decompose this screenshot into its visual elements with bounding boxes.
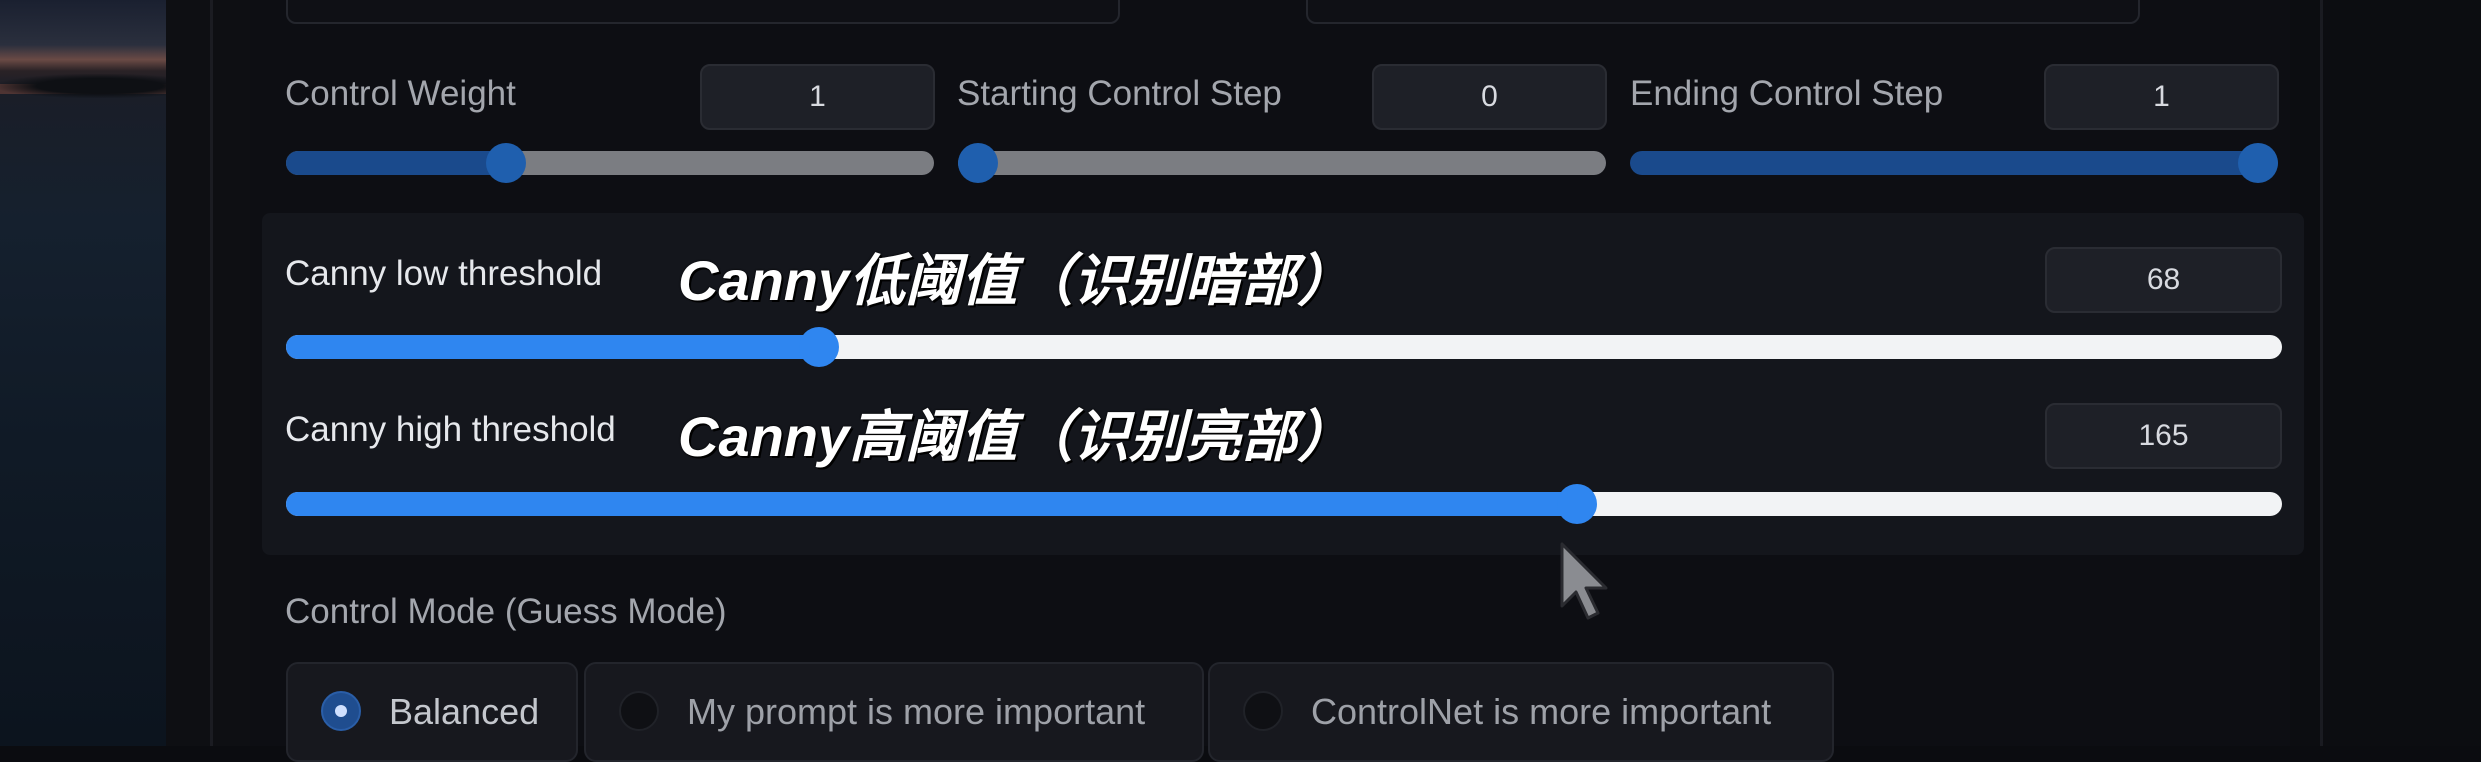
slider-fill — [286, 151, 507, 175]
canny-low-annotation: Canny低阈值（识别暗部） — [678, 249, 1354, 312]
canny-low-slider[interactable] — [286, 327, 2282, 367]
radio-balanced[interactable]: Balanced — [286, 662, 578, 762]
control-mode-title: Control Mode (Guess Mode) — [285, 592, 727, 631]
canny-high-slider[interactable] — [286, 484, 2282, 524]
radio-controlnet-important[interactable]: ControlNet is more important — [1208, 662, 1834, 762]
canny-high-annotation: Canny高阈值（识别亮部） — [678, 405, 1354, 468]
canny-low-input[interactable]: 68 — [2045, 247, 2282, 313]
control-weight-slider[interactable] — [286, 143, 934, 183]
canny-high-label: Canny high threshold — [285, 410, 616, 449]
gutter — [166, 0, 252, 746]
slider-fill — [286, 492, 1578, 516]
slider-fill — [286, 335, 819, 359]
control-weight-label: Control Weight — [285, 74, 516, 113]
slider-thumb[interactable] — [798, 327, 839, 367]
starting-step-input[interactable]: 0 — [1372, 64, 1607, 130]
canny-low-label: Canny low threshold — [285, 254, 603, 293]
slider-thumb[interactable] — [2238, 143, 2278, 183]
ending-step-input[interactable]: 1 — [2044, 64, 2279, 130]
starting-step-label: Starting Control Step — [957, 74, 1282, 113]
ending-step-label: Ending Control Step — [1630, 74, 1944, 113]
canny-high-input[interactable]: 165 — [2045, 403, 2282, 469]
radio-unselected-icon — [619, 691, 659, 731]
radio-unselected-icon — [1243, 691, 1283, 731]
divider — [2320, 0, 2323, 746]
radio-label: ControlNet is more important — [1311, 691, 1772, 732]
radio-label: Balanced — [389, 691, 540, 732]
control-weight-input[interactable]: 1 — [700, 64, 935, 130]
slider-thumb[interactable] — [958, 143, 998, 183]
background-photo — [0, 0, 166, 746]
starting-step-slider[interactable] — [958, 143, 1606, 183]
mouse-cursor-icon — [1560, 542, 1608, 620]
radio-selected-icon — [321, 691, 361, 731]
right-margin — [2290, 0, 2481, 746]
radio-prompt-important[interactable]: My prompt is more important — [584, 662, 1204, 762]
model-select[interactable] — [1306, 0, 2140, 24]
preprocessor-select[interactable] — [286, 0, 1120, 24]
radio-label: My prompt is more important — [687, 691, 1146, 732]
ending-step-slider[interactable] — [1630, 143, 2278, 183]
horizon-silhouette — [0, 74, 166, 98]
divider — [210, 0, 213, 746]
